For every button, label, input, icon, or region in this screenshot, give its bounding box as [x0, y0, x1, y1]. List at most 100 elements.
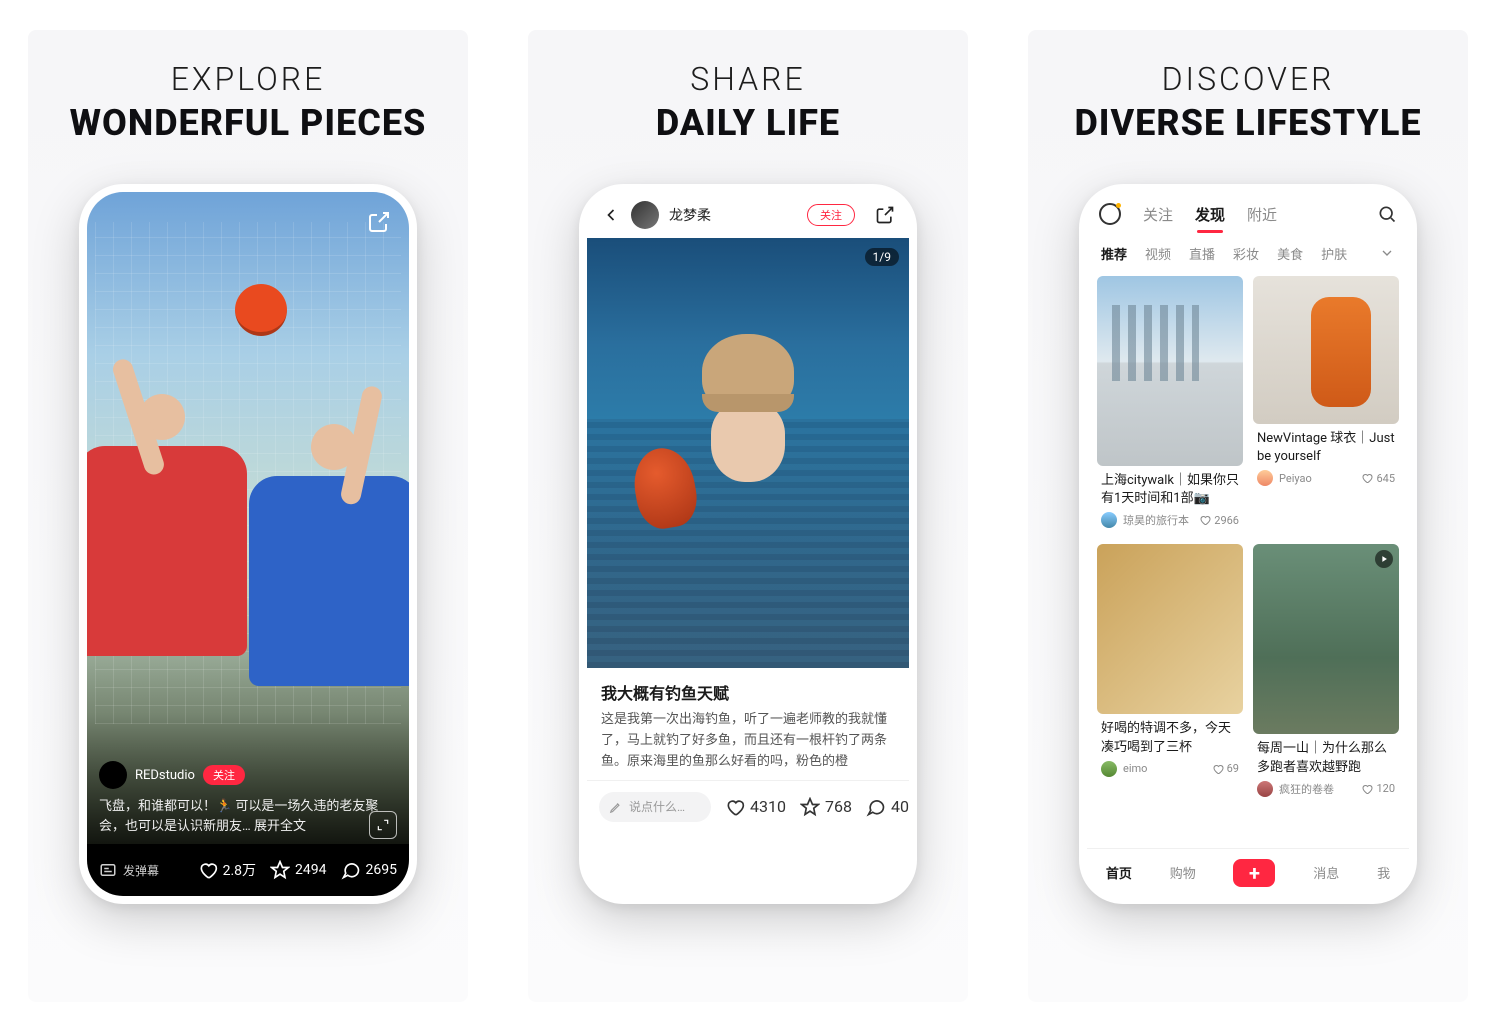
follow-button[interactable]: 关注	[203, 765, 245, 785]
star-icon	[270, 860, 290, 880]
caption-line2: DIVERSE LIFESTYLE	[1074, 102, 1421, 144]
favorite-button[interactable]: 768	[800, 797, 852, 817]
card-meta: 疯狂的卷卷 120	[1253, 781, 1399, 803]
feed-card[interactable]: NewVintage 球衣｜Just be yourself Peiyao 64…	[1253, 276, 1399, 534]
author-avatar[interactable]	[99, 761, 127, 789]
share-icon[interactable]	[367, 210, 391, 234]
author-name[interactable]: Peiyao	[1279, 472, 1312, 485]
player-blue	[249, 424, 417, 734]
card-thumb[interactable]	[1253, 276, 1399, 424]
feed-card[interactable]: 好喝的特调不多，今天凑巧喝到了三杯 eimo 69	[1097, 544, 1243, 802]
person-graphic	[702, 334, 794, 482]
demo-phone-2: 龙梦柔 关注 1/9 我大概有钓鱼天赋 这是我第一次出海钓鱼，听了一遍老师教的我…	[579, 184, 917, 904]
card-title: NewVintage 球衣｜Just be yourself	[1253, 424, 1399, 470]
card-meta: Peiyao 645	[1253, 470, 1399, 492]
comment-button[interactable]: 2695	[341, 860, 397, 880]
like-count[interactable]: 2966	[1199, 514, 1239, 527]
search-icon[interactable]	[1377, 204, 1397, 224]
like-button[interactable]: 4310	[725, 797, 786, 817]
author-avatar[interactable]	[1257, 781, 1273, 797]
author-name[interactable]: REDstudio	[135, 768, 195, 783]
user-name[interactable]: 龙梦柔	[669, 205, 711, 225]
user-avatar[interactable]	[631, 201, 659, 229]
nav-shop[interactable]: 购物	[1170, 863, 1196, 882]
favorite-button[interactable]: 2494	[270, 860, 326, 880]
nav-home[interactable]: 首页	[1106, 863, 1132, 882]
like-count[interactable]: 120	[1361, 782, 1395, 795]
cat-video[interactable]: 视频	[1145, 244, 1171, 263]
like-button[interactable]: 2.8万	[198, 860, 256, 880]
card-title: 每周一山｜为什么那么多跑者喜欢越野跑	[1253, 734, 1399, 780]
post-title: 我大概有钓鱼天赋	[587, 668, 909, 710]
star-icon	[800, 797, 820, 817]
comment-input[interactable]: 说点什么…	[599, 792, 711, 822]
person-beanie	[702, 334, 794, 412]
pen-icon	[609, 800, 623, 814]
nav-messages[interactable]: 消息	[1313, 863, 1339, 882]
feed-card[interactable]: 上海citywalk｜如果你只有1天时间和1部📷 琼昊的旅行本 2966	[1097, 276, 1243, 534]
share-icon[interactable]	[875, 205, 895, 225]
comment-button[interactable]: 405	[866, 797, 917, 817]
cat-skin[interactable]: 护肤	[1321, 244, 1347, 263]
post-header: 龙梦柔 关注	[587, 192, 909, 238]
caption-line2: WONDERFUL PIECES	[70, 102, 427, 144]
tab-discover[interactable]: 发现	[1195, 204, 1225, 225]
comment-icon	[866, 797, 886, 817]
author-avatar[interactable]	[1101, 761, 1117, 777]
cat-makeup[interactable]: 彩妆	[1233, 244, 1259, 263]
caption-2: SHARE DAILY LIFE	[656, 60, 840, 144]
compose-button[interactable]: +	[1233, 859, 1275, 887]
video-overlay: REDstudio 关注 飞盘，和谁都可以！🏃 可以是一场久违的老友聚会，也可以…	[99, 761, 397, 844]
photo-counter: 1/9	[865, 248, 899, 266]
cat-recommend[interactable]: 推荐	[1101, 244, 1127, 263]
fullscreen-icon[interactable]	[369, 811, 397, 839]
author-row[interactable]: REDstudio 关注	[99, 761, 397, 789]
author-avatar[interactable]	[1257, 470, 1273, 486]
post-photo[interactable]: 1/9	[587, 238, 909, 668]
video-action-bar: 发弹幕 2.8万 2494 2695	[87, 844, 409, 896]
video-feed-content[interactable]: REDstudio 关注 飞盘，和谁都可以！🏃 可以是一场久违的老友聚会，也可以…	[87, 192, 409, 844]
cat-food[interactable]: 美食	[1277, 244, 1303, 263]
author-name[interactable]: eimo	[1123, 762, 1147, 775]
demo-phone-1: REDstudio 关注 飞盘，和谁都可以！🏃 可以是一场久违的老友聚会，也可以…	[79, 184, 417, 904]
chevron-down-icon[interactable]	[1379, 245, 1395, 261]
danmu-button[interactable]: 发弹幕	[99, 861, 159, 879]
cat-live[interactable]: 直播	[1189, 244, 1215, 263]
card-title: 上海citywalk｜如果你只有1天时间和1部📷	[1097, 466, 1243, 512]
like-count[interactable]: 69	[1212, 762, 1239, 775]
category-bar[interactable]: 推荐 视频 直播 彩妆 美食 护肤	[1087, 236, 1409, 270]
caption-line1: EXPLORE	[70, 60, 427, 98]
author-avatar[interactable]	[1101, 512, 1117, 528]
heart-icon	[725, 797, 745, 817]
play-icon	[1375, 550, 1393, 568]
author-name[interactable]: 琼昊的旅行本	[1123, 512, 1189, 528]
feed-card[interactable]: 每周一山｜为什么那么多跑者喜欢越野跑 疯狂的卷卷 120	[1253, 544, 1399, 802]
video-caption[interactable]: 飞盘，和谁都可以！🏃 可以是一场久违的老友聚会，也可以是认识新朋友… 展开全文	[99, 797, 397, 836]
camera-icon[interactable]	[1099, 203, 1121, 225]
bottom-nav: 首页 购物 + 消息 我	[1087, 848, 1409, 896]
back-icon[interactable]	[601, 205, 621, 225]
post-action-bar: 说点什么… 4310 768 405	[587, 780, 909, 832]
follow-button[interactable]: 关注	[807, 204, 855, 226]
card-thumb[interactable]	[1097, 276, 1243, 466]
comment-icon	[341, 860, 361, 880]
card-meta: eimo 69	[1097, 761, 1243, 783]
heart-icon	[198, 860, 218, 880]
expand-text[interactable]: 展开全文	[254, 819, 306, 834]
caption-3: DISCOVER DIVERSE LIFESTYLE	[1074, 60, 1421, 144]
card-thumb[interactable]	[1097, 544, 1243, 714]
frisbee-graphic	[235, 284, 287, 336]
like-count[interactable]: 645	[1361, 472, 1395, 485]
caption-line2: DAILY LIFE	[656, 102, 840, 144]
feed-grid[interactable]: 上海citywalk｜如果你只有1天时间和1部📷 琼昊的旅行本 2966 New…	[1087, 270, 1409, 848]
card-meta: 琼昊的旅行本 2966	[1097, 512, 1243, 534]
nav-me[interactable]: 我	[1377, 863, 1390, 882]
player-red	[79, 394, 247, 734]
top-tab-bar: 关注 发现 附近	[1087, 192, 1409, 236]
tab-nearby[interactable]: 附近	[1247, 204, 1277, 225]
marketing-panel-3: DISCOVER DIVERSE LIFESTYLE 关注 发现 附近 推荐 视…	[1028, 30, 1468, 1002]
author-name[interactable]: 疯狂的卷卷	[1279, 781, 1334, 797]
caption-1: EXPLORE WONDERFUL PIECES	[70, 60, 427, 144]
card-thumb[interactable]	[1253, 544, 1399, 734]
tab-follow[interactable]: 关注	[1143, 204, 1173, 225]
